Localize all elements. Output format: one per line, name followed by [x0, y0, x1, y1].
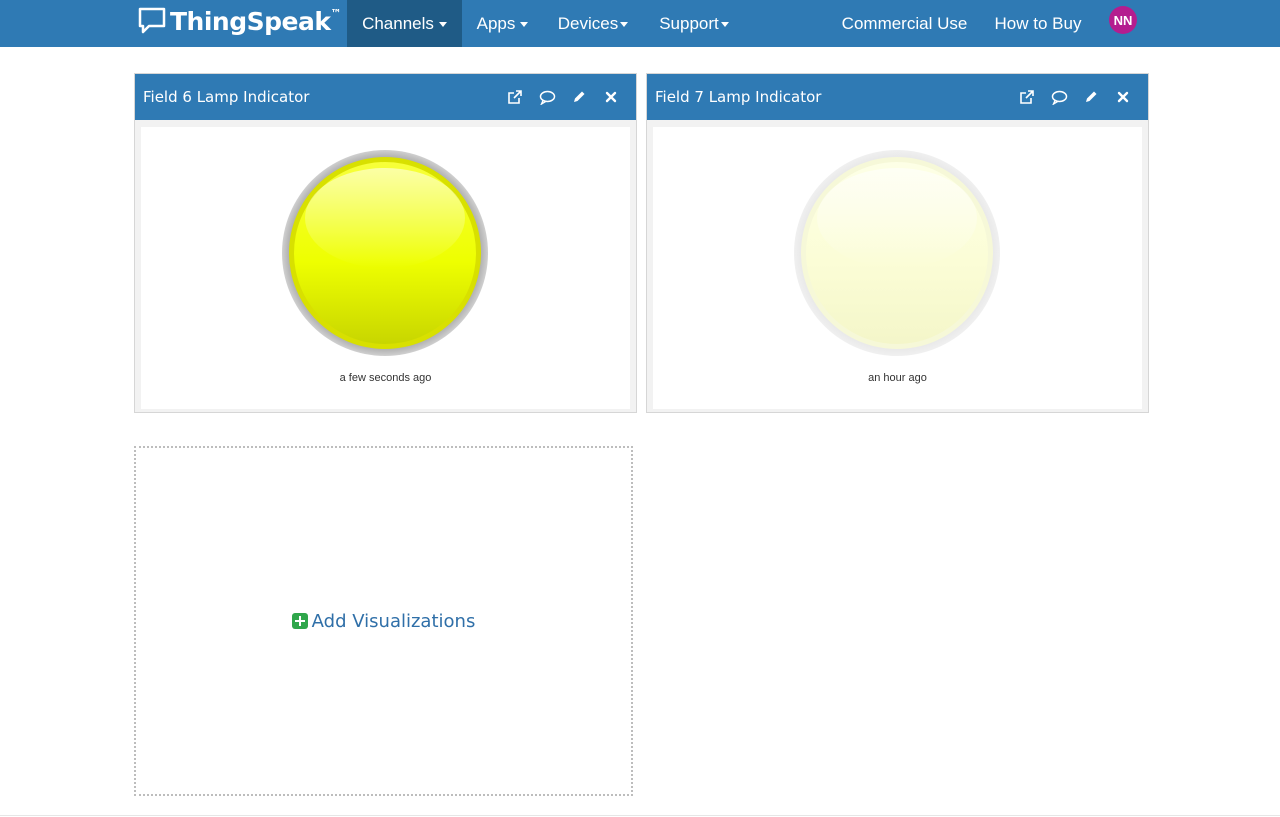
- field-7-lamp-panel: Field 7 Lamp Indicator an hour ago: [646, 73, 1149, 413]
- nav-support[interactable]: Support: [648, 0, 740, 47]
- add-visualizations-label: Add Visualizations: [311, 610, 476, 632]
- nav-commercial-use-label: Commercial Use: [841, 13, 968, 33]
- caret-down-icon: [438, 22, 447, 27]
- external-link-icon[interactable]: [506, 88, 524, 106]
- comment-icon[interactable]: [1050, 88, 1068, 106]
- panel-toolbar: [1004, 74, 1132, 120]
- pencil-icon[interactable]: [1082, 88, 1100, 106]
- comment-icon[interactable]: [538, 88, 556, 106]
- brand-name: ThingSpeak: [170, 6, 331, 36]
- panel-toolbar: [492, 74, 620, 120]
- speech-bubble-logo-icon: [138, 7, 166, 35]
- panel-body: an hour ago: [653, 127, 1142, 409]
- pencil-icon[interactable]: [570, 88, 588, 106]
- panel-header: Field 6 Lamp Indicator: [135, 74, 636, 120]
- add-visualizations-link[interactable]: Add Visualizations: [291, 610, 476, 632]
- close-icon[interactable]: [602, 88, 620, 106]
- lamp-indicator-off: [794, 150, 1000, 356]
- external-link-icon[interactable]: [1018, 88, 1036, 106]
- user-avatar[interactable]: NN: [1109, 6, 1137, 34]
- nav-apps-label: Apps: [476, 13, 516, 33]
- nav-devices-label: Devices: [557, 13, 619, 33]
- caret-down-icon: [720, 22, 729, 27]
- nav-support-label: Support: [659, 13, 719, 33]
- panel-body: a few seconds ago: [141, 127, 630, 409]
- nav-devices[interactable]: Devices: [548, 0, 638, 47]
- panel-title: Field 7 Lamp Indicator: [655, 88, 822, 106]
- last-updated-time: an hour ago: [868, 372, 927, 384]
- top-navbar: ThingSpeak ™ Channels Apps Devices Suppo…: [0, 0, 1280, 47]
- nav-apps[interactable]: Apps: [462, 0, 543, 47]
- field-6-lamp-panel: Field 6 Lamp Indicator a few seconds ago: [134, 73, 637, 413]
- plus-square-icon: [291, 613, 308, 629]
- caret-down-icon: [620, 22, 629, 27]
- brand-trademark: ™: [330, 7, 342, 20]
- last-updated-time: a few seconds ago: [339, 372, 432, 384]
- nav-channels-label: Channels: [362, 13, 434, 33]
- nav-how-to-buy-label: How to Buy: [994, 13, 1082, 33]
- thingspeak-logo[interactable]: ThingSpeak ™: [138, 5, 341, 37]
- nav-commercial-use[interactable]: Commercial Use: [834, 0, 975, 47]
- lamp-indicator-on: [282, 150, 488, 356]
- add-visualizations-dropzone[interactable]: Add Visualizations: [134, 446, 633, 796]
- close-icon[interactable]: [1114, 88, 1132, 106]
- panel-header: Field 7 Lamp Indicator: [647, 74, 1148, 120]
- caret-down-icon: [520, 22, 529, 27]
- page-divider: [0, 815, 1280, 816]
- nav-how-to-buy[interactable]: How to Buy: [986, 0, 1090, 47]
- nav-channels[interactable]: Channels: [347, 0, 462, 47]
- panel-title: Field 6 Lamp Indicator: [143, 88, 310, 106]
